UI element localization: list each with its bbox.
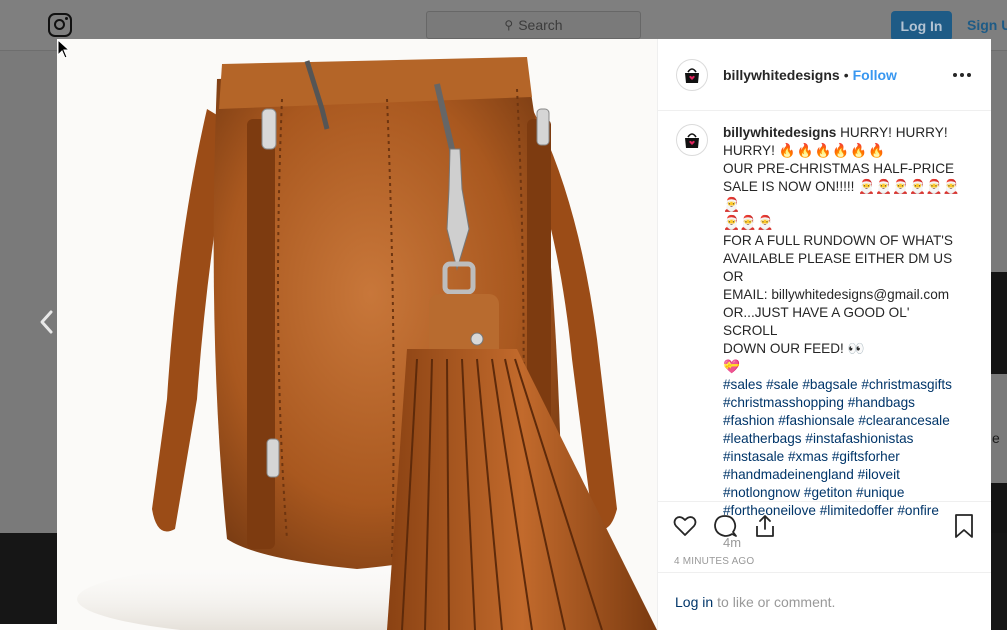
share-icon — [756, 515, 774, 537]
search-input[interactable]: ⚲ Search — [426, 11, 641, 39]
avatar-bag-icon — [685, 133, 699, 148]
post-sidebar: billywhitedesigns • Follow billywhitedes… — [657, 39, 991, 630]
hashtag-link[interactable]: #iloveit — [858, 467, 900, 482]
share-button[interactable] — [752, 513, 778, 539]
avatar[interactable] — [676, 124, 708, 156]
save-button[interactable] — [951, 513, 977, 539]
hashtag-link[interactable]: #christmasgifts — [861, 377, 952, 392]
login-prompt: Log in to like or comment. — [658, 572, 991, 630]
hashtag-list: #sales #sale #bagsale #christmasgifts #c… — [723, 376, 963, 520]
hashtag-link[interactable]: #clearancesale — [858, 413, 949, 428]
bookmark-icon — [955, 514, 973, 538]
separator-dot: • — [843, 66, 849, 83]
post-timestamp: 4 MINUTES AGO — [674, 556, 755, 567]
previous-post-button[interactable] — [36, 305, 58, 339]
hashtag-link[interactable]: #fashion — [723, 413, 774, 428]
post-actions: 4 MINUTES AGO — [658, 501, 991, 567]
hashtag-link[interactable]: #handbags — [848, 395, 915, 410]
caption-section: billywhitedesigns HURRY! HURRY! HURRY! 🔥… — [658, 112, 991, 550]
caption-line: OR...JUST HAVE A GOOD OL' SCROLL — [723, 305, 910, 338]
fire-emoji: 🔥🔥🔥🔥🔥🔥 — [778, 143, 887, 158]
caption-line: SALE IS NOW ON!!!!! — [723, 179, 855, 194]
avatar-bag-icon — [685, 67, 699, 83]
post-username[interactable]: billywhitedesigns — [723, 67, 840, 83]
comment-button[interactable] — [712, 513, 738, 539]
hashtag-link[interactable]: #xmas — [788, 449, 828, 464]
leather-bag-image — [57, 39, 657, 630]
caption-line: AVAILABLE PLEASE EITHER DM US OR — [723, 251, 953, 284]
avatar[interactable] — [676, 58, 708, 91]
follow-button[interactable]: Follow — [853, 67, 897, 83]
background-card — [991, 272, 1007, 374]
caption-line: HURRY! HURRY! — [840, 125, 948, 140]
hashtag-link[interactable]: #sales — [723, 377, 762, 392]
santa-emoji: 🎅🎅🎅 — [723, 215, 774, 230]
hashtag-link[interactable]: #christmasshopping — [723, 395, 844, 410]
caption-line: OUR PRE-CHRISTMAS HALF-PRICE — [723, 161, 955, 176]
hashtag-link[interactable]: #fashionsale — [778, 413, 854, 428]
post-photo[interactable] — [57, 39, 657, 630]
hashtag-link[interactable]: #getiton — [804, 485, 852, 500]
background-text-fragment: e — [992, 430, 1000, 446]
cursor-icon — [57, 39, 71, 59]
chevron-left-icon — [40, 310, 53, 334]
hashtag-link[interactable]: #sale — [766, 377, 799, 392]
caption-line: HURRY! — [723, 143, 775, 158]
hashtag-link[interactable]: #bagsale — [802, 377, 857, 392]
login-button[interactable]: Log In — [891, 11, 952, 41]
login-link[interactable]: Log in — [675, 594, 713, 610]
hashtag-link[interactable]: #handmadeinengland — [723, 467, 854, 482]
login-prompt-text: to like or comment. — [717, 593, 836, 610]
hashtag-link[interactable]: #giftsforher — [832, 449, 900, 464]
search-placeholder: Search — [518, 17, 563, 33]
more-icon — [953, 72, 957, 77]
caption-line: EMAIL: billywhitedesigns@gmail.com — [723, 287, 950, 302]
caption-username[interactable]: billywhitedesigns — [723, 125, 836, 140]
hashtag-link[interactable]: #instafashionistas — [805, 431, 913, 446]
hashtag-link[interactable]: #instasale — [723, 449, 784, 464]
hashtag-link[interactable]: #leatherbags — [723, 431, 802, 446]
post-caption: billywhitedesigns HURRY! HURRY! HURRY! 🔥… — [723, 124, 963, 550]
caption-line: FOR A FULL RUNDOWN OF WHAT'S — [723, 233, 953, 248]
heart-emoji: 💝 — [723, 359, 740, 374]
more-options-button[interactable] — [949, 69, 975, 81]
caption-line: DOWN OUR FEED! 👀 — [723, 341, 865, 356]
hashtag-link[interactable]: #unique — [856, 485, 904, 500]
comment-icon — [714, 515, 737, 537]
heart-icon — [673, 516, 697, 536]
search-icon: ⚲ — [504, 18, 514, 32]
signup-link[interactable]: Sign U — [967, 17, 1007, 33]
post-header: billywhitedesigns • Follow — [658, 39, 991, 111]
like-button[interactable] — [672, 513, 698, 539]
instagram-icon[interactable] — [48, 13, 72, 37]
hashtag-link[interactable]: #notlongnow — [723, 485, 800, 500]
post-modal: billywhitedesigns • Follow billywhitedes… — [57, 39, 991, 630]
